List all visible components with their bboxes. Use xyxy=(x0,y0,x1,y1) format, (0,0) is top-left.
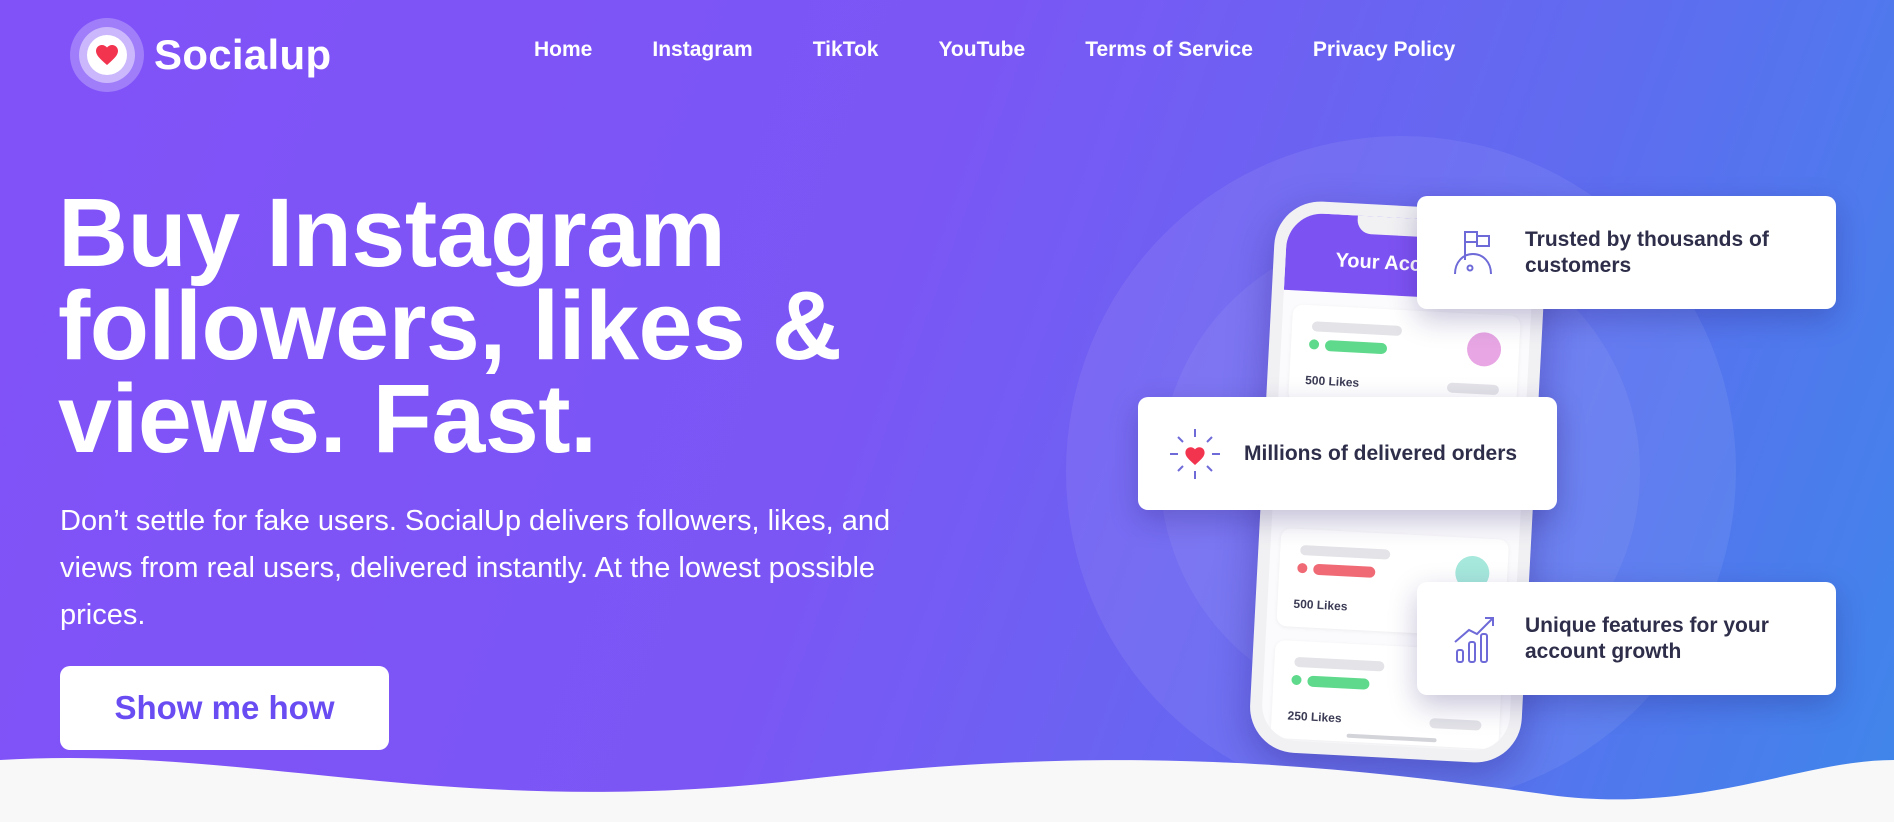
growth-chart-icon xyxy=(1454,616,1494,663)
hero-title: Buy Instagram followers, likes & views. … xyxy=(58,178,842,473)
feature-card-orders: Millions of delivered orders xyxy=(1138,397,1557,510)
logo-badge xyxy=(70,18,144,92)
hero-subtitle: Don’t settle for fake users. SocialUp de… xyxy=(60,505,891,631)
bottom-wave xyxy=(0,757,1894,822)
main-nav: Home Instagram TikTok YouTube Terms of S… xyxy=(534,38,1455,62)
post-likes: 500 Likes xyxy=(1293,596,1348,614)
flag-icon xyxy=(1454,230,1492,274)
sparkle-heart-icon xyxy=(1170,428,1220,479)
show-me-how-button[interactable]: Show me how xyxy=(60,666,389,750)
nav-youtube[interactable]: YouTube xyxy=(938,38,1025,62)
feature-text: Unique features for your account growth xyxy=(1525,613,1769,663)
heart-icon xyxy=(96,45,118,65)
feature-card-trusted: Trusted by thousands of customers xyxy=(1417,196,1836,309)
brand-name: Socialup xyxy=(154,31,332,78)
nav-instagram[interactable]: Instagram xyxy=(652,38,752,62)
post-likes: 500 Likes xyxy=(1304,373,1360,390)
brand-logo[interactable]: Socialup xyxy=(70,18,331,92)
feature-text: Trusted by thousands of customers xyxy=(1525,227,1769,277)
feature-text: Millions of delivered orders xyxy=(1244,441,1518,465)
nav-privacy[interactable]: Privacy Policy xyxy=(1313,38,1455,62)
nav-terms[interactable]: Terms of Service xyxy=(1085,38,1253,62)
nav-tiktok[interactable]: TikTok xyxy=(813,38,879,62)
nav-home[interactable]: Home xyxy=(534,38,592,62)
feature-card-growth: Unique features for your account growth xyxy=(1417,582,1836,695)
post-likes: 250 Likes xyxy=(1287,708,1342,726)
